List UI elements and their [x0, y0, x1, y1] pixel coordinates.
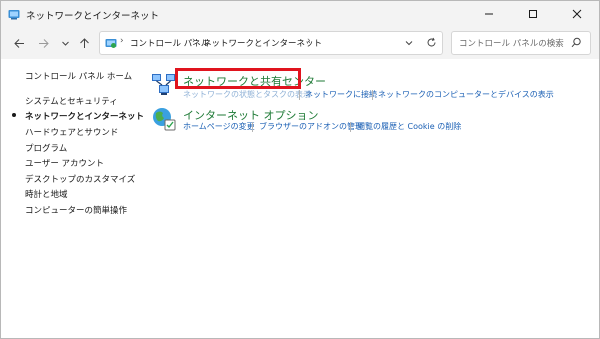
close-button[interactable]: [555, 1, 599, 27]
link-separator: [299, 90, 300, 100]
breadcrumb-control-panel[interactable]: コントロール パネル: [130, 37, 209, 49]
address-bar[interactable]: › コントロール パネル › ネットワークとインターネット ›: [99, 31, 443, 55]
search-placeholder: コントロール パネルの検索: [459, 39, 564, 49]
minimize-button[interactable]: [467, 1, 511, 27]
maximize-button[interactable]: [511, 1, 555, 27]
sidebar-item-ease-of-access[interactable]: コンピューターの簡単操作: [25, 204, 127, 216]
forward-button[interactable]: [33, 33, 53, 53]
search-input[interactable]: コントロール パネルの検索: [451, 31, 591, 55]
title-bar: ネットワークとインターネット: [1, 1, 599, 27]
control-panel-icon: [8, 10, 20, 20]
address-dropdown-icon[interactable]: [404, 38, 414, 48]
arrow-left-icon: [13, 38, 24, 48]
link-separator: [372, 90, 373, 100]
sidebar-item-desktop-customization[interactable]: デスクトップのカスタマイズ: [25, 173, 135, 185]
window-title: ネットワークとインターネット: [26, 11, 160, 22]
breadcrumb-network-internet[interactable]: ネットワークとインターネット: [203, 37, 322, 49]
chevron-down-icon: [61, 41, 69, 46]
breadcrumb-separator: ›: [120, 36, 124, 46]
arrow-up-icon: [79, 37, 89, 48]
breadcrumb-separator: ›: [192, 36, 196, 46]
highlight-box: [175, 68, 301, 89]
view-network-computers-link[interactable]: ネットワークのコンピューターとデバイスの表示: [378, 89, 554, 100]
search-icon: [571, 37, 581, 48]
view-network-status-link[interactable]: ネットワークの状態とタスクの表示: [183, 89, 311, 100]
control-panel-icon: [105, 39, 117, 48]
control-panel-window: ネットワークとインターネット › コントロール パネル › ネットワークとインタ…: [0, 0, 600, 339]
refresh-icon[interactable]: [426, 37, 437, 48]
change-homepage-link[interactable]: ホームページの変更: [183, 121, 255, 132]
link-separator: [252, 122, 253, 132]
recent-locations-button[interactable]: [55, 33, 75, 53]
link-separator: [350, 122, 351, 132]
sidebar-item-hardware-sound[interactable]: ハードウェアとサウンド: [25, 126, 118, 138]
sidebar-item-programs[interactable]: プログラム: [25, 142, 67, 154]
manage-browser-addons-link[interactable]: ブラウザーのアドオンの管理: [259, 121, 363, 132]
delete-browsing-history-link[interactable]: 閲覧の履歴と Cookie の削除: [357, 121, 461, 132]
sidebar-home-link[interactable]: コントロール パネル ホーム: [25, 70, 132, 82]
close-icon: [572, 9, 582, 19]
connect-to-network-link[interactable]: ネットワークに接続: [305, 89, 377, 100]
sidebar-item-user-accounts[interactable]: ユーザー アカウント: [25, 157, 104, 169]
sidebar-item-clock-region[interactable]: 時計と地域: [25, 188, 68, 200]
navigation-bar: › コントロール パネル › ネットワークとインターネット › コントロール パ…: [1, 27, 599, 59]
sidebar-item-network-internet[interactable]: ネットワークとインターネット: [25, 110, 144, 122]
minimize-icon: [485, 13, 493, 15]
current-item-bullet: [12, 113, 16, 117]
internet-options-icon: [153, 108, 176, 131]
sidebar-item-system-security[interactable]: システムとセキュリティ: [25, 95, 118, 107]
network-sharing-icon: [152, 74, 175, 95]
back-button[interactable]: [9, 33, 29, 53]
up-button[interactable]: [74, 33, 94, 53]
maximize-icon: [529, 10, 537, 18]
breadcrumb-separator: ›: [307, 36, 311, 46]
arrow-right-icon: [38, 38, 49, 48]
